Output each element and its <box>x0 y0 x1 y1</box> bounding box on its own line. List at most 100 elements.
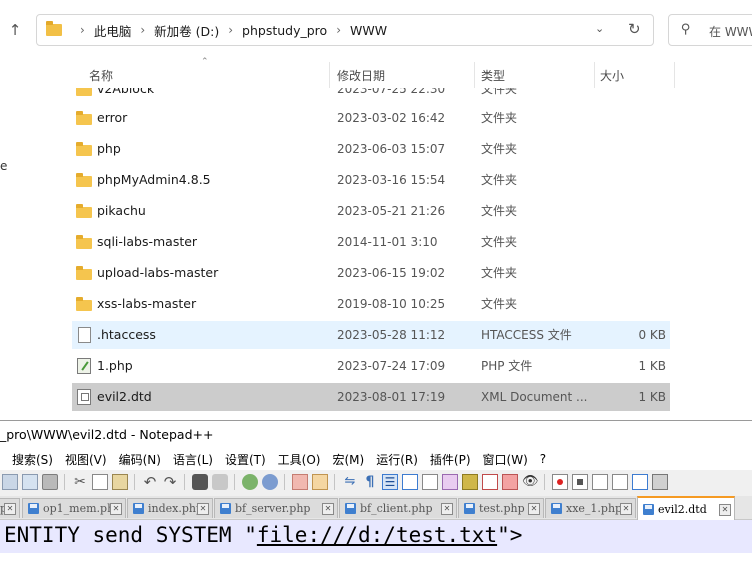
menu-view[interactable]: 视图(V) <box>65 451 107 468</box>
doc-map-icon[interactable] <box>402 474 418 490</box>
bookmark-icon[interactable] <box>482 474 498 490</box>
address-box[interactable]: › 此电脑 › 新加卷 (D:) › phpstudy_pro › WWW ⌄ … <box>36 14 654 46</box>
close-icon[interactable]: ✕ <box>528 503 540 515</box>
close-icon[interactable]: ✕ <box>197 503 209 515</box>
function-list-icon[interactable] <box>422 474 438 490</box>
file-row[interactable]: error 2023-03-02 16:42 文件夹 <box>72 104 670 132</box>
chevron-right-icon[interactable]: › <box>228 23 233 37</box>
menu-encoding[interactable]: 编码(N) <box>119 451 161 468</box>
close-icon[interactable]: ✕ <box>110 503 122 515</box>
play-macro-icon[interactable] <box>592 474 608 490</box>
tab-bf-client[interactable]: bf_client.php ✕ <box>339 498 457 518</box>
menu-help[interactable]: ? <box>540 452 546 466</box>
menu-window[interactable]: 窗口(W) <box>483 451 528 468</box>
cut-icon[interactable]: ✂ <box>72 474 88 490</box>
save-icon <box>464 503 475 514</box>
replace-icon[interactable] <box>212 474 228 490</box>
tab-evil2-dtd[interactable]: evil2.dtd ✕ <box>637 496 735 520</box>
folder-icon <box>76 297 92 311</box>
file-row[interactable]: pikachu 2023-05-21 21:26 文件夹 <box>72 197 670 225</box>
tab-test[interactable]: test.php ✕ <box>458 498 544 518</box>
file-row[interactable]: xss-labs-master 2019-08-10 10:25 文件夹 <box>72 290 670 318</box>
column-divider[interactable] <box>674 62 675 88</box>
file-row[interactable]: php 2023-06-03 15:07 文件夹 <box>72 135 670 163</box>
folder-open-icon[interactable] <box>502 474 518 490</box>
title-bar[interactable]: _pro\WWW\evil2.dtd - Notepad++ <box>0 420 752 448</box>
column-divider[interactable] <box>594 62 595 88</box>
close-icon[interactable]: ✕ <box>322 503 334 515</box>
close-icon[interactable]: ✕ <box>620 503 632 515</box>
word-wrap-icon[interactable]: ⇋ <box>342 474 358 490</box>
breadcrumb-www[interactable]: WWW <box>350 23 387 38</box>
folder-workspace-icon[interactable] <box>442 474 458 490</box>
close-all-icon[interactable] <box>22 474 38 490</box>
zoom-in-icon[interactable] <box>242 474 258 490</box>
sync-horizontal-icon[interactable] <box>312 474 328 490</box>
tab-xxe-1[interactable]: xxe_1.php ✕ <box>545 498 636 518</box>
folder-icon <box>76 235 92 249</box>
file-type: 文件夹 <box>481 88 518 96</box>
file-size: 1 KB <box>638 359 666 373</box>
chevron-right-icon[interactable]: › <box>80 23 85 37</box>
menu-macro[interactable]: 宏(M) <box>332 451 364 468</box>
menu-run[interactable]: 运行(R) <box>376 451 418 468</box>
file-row[interactable]: phpMyAdmin4.8.5 2023-03-16 15:54 文件夹 <box>72 166 670 194</box>
tab-index[interactable]: index.php ✕ <box>127 498 213 518</box>
record-macro-icon[interactable] <box>552 474 568 490</box>
copy-icon[interactable] <box>92 474 108 490</box>
breadcrumb-drive-d[interactable]: 新加卷 (D:) <box>154 21 219 40</box>
menu-settings[interactable]: 设置(T) <box>225 451 266 468</box>
indent-guide-icon[interactable]: ☰ <box>382 474 398 490</box>
eye-icon[interactable]: 👁 <box>522 474 539 490</box>
chevron-right-icon[interactable]: › <box>140 23 145 37</box>
tab-bf-server[interactable]: bf_server.php ✕ <box>214 498 338 518</box>
close-icon[interactable]: ✕ <box>4 503 16 515</box>
print-icon[interactable] <box>42 474 58 490</box>
chevron-right-icon[interactable]: › <box>336 23 341 37</box>
zoom-out-icon[interactable] <box>262 474 278 490</box>
close-icon[interactable]: ✕ <box>441 503 453 515</box>
code-link[interactable]: file:///d:/test.txt <box>257 523 497 547</box>
stop-macro-icon[interactable] <box>572 474 588 490</box>
refresh-icon[interactable]: ↻ <box>628 20 641 38</box>
current-line[interactable]: ENTITY send SYSTEM "file:///d:/test.txt"… <box>0 520 752 553</box>
file-row[interactable]: .htaccess 2023-05-28 11:12 HTACCESS 文件 0… <box>72 321 670 349</box>
nav-pane-fragment[interactable]: e <box>0 159 7 173</box>
column-date[interactable]: 修改日期 <box>337 62 385 88</box>
column-name[interactable]: 名称 <box>89 62 113 88</box>
file-row[interactable]: evil2.dtd 2023-08-01 17:19 XML Document … <box>72 383 670 411</box>
column-divider[interactable] <box>474 62 475 88</box>
column-divider[interactable] <box>329 62 330 88</box>
up-arrow-icon[interactable]: ↑ <box>4 18 26 42</box>
search-box[interactable]: ⚲ 在 WWW <box>668 14 752 46</box>
menu-plugins[interactable]: 插件(P) <box>430 451 471 468</box>
editor-area[interactable]: ENTITY send SYSTEM "file:///d:/test.txt"… <box>0 520 752 566</box>
show-all-chars-icon[interactable]: ¶ <box>362 474 378 490</box>
breadcrumb-this-pc[interactable]: 此电脑 <box>94 21 132 40</box>
undo-icon[interactable]: ↶ <box>142 474 158 490</box>
column-type[interactable]: 类型 <box>481 62 505 88</box>
fast-forward-icon[interactable] <box>632 474 648 490</box>
file-row[interactable]: sqli-labs-master 2014-11-01 3:10 文件夹 <box>72 228 670 256</box>
breadcrumb-phpstudy[interactable]: phpstudy_pro <box>242 23 327 38</box>
sync-vertical-icon[interactable] <box>292 474 308 490</box>
menu-search[interactable]: 搜索(S) <box>12 451 53 468</box>
monitor-icon[interactable] <box>462 474 478 490</box>
redo-icon[interactable]: ↷ <box>162 474 178 490</box>
menu-language[interactable]: 语言(L) <box>173 451 213 468</box>
chevron-down-icon[interactable]: ⌄ <box>595 22 604 35</box>
close-file-icon[interactable] <box>2 474 18 490</box>
tab-op1-mem[interactable]: op1_mem.php ✕ <box>22 498 126 518</box>
dtd-file-icon <box>77 389 91 405</box>
file-row[interactable]: v2Ablock 2023-07-25 22:30 文件夹 <box>72 88 670 103</box>
column-size[interactable]: 大小 <box>600 62 624 88</box>
save-macro-icon[interactable] <box>652 474 668 490</box>
file-row[interactable]: upload-labs-master 2023-06-15 19:02 文件夹 <box>72 259 670 287</box>
find-icon[interactable] <box>192 474 208 490</box>
file-row[interactable]: 1.php 2023-07-24 17:09 PHP 文件 1 KB <box>72 352 670 380</box>
close-icon[interactable]: ✕ <box>719 504 731 516</box>
tab-partial[interactable]: p ✕ <box>0 498 20 518</box>
menu-tools[interactable]: 工具(O) <box>278 451 321 468</box>
run-macro-multiple-icon[interactable] <box>612 474 628 490</box>
paste-icon[interactable] <box>112 474 128 490</box>
